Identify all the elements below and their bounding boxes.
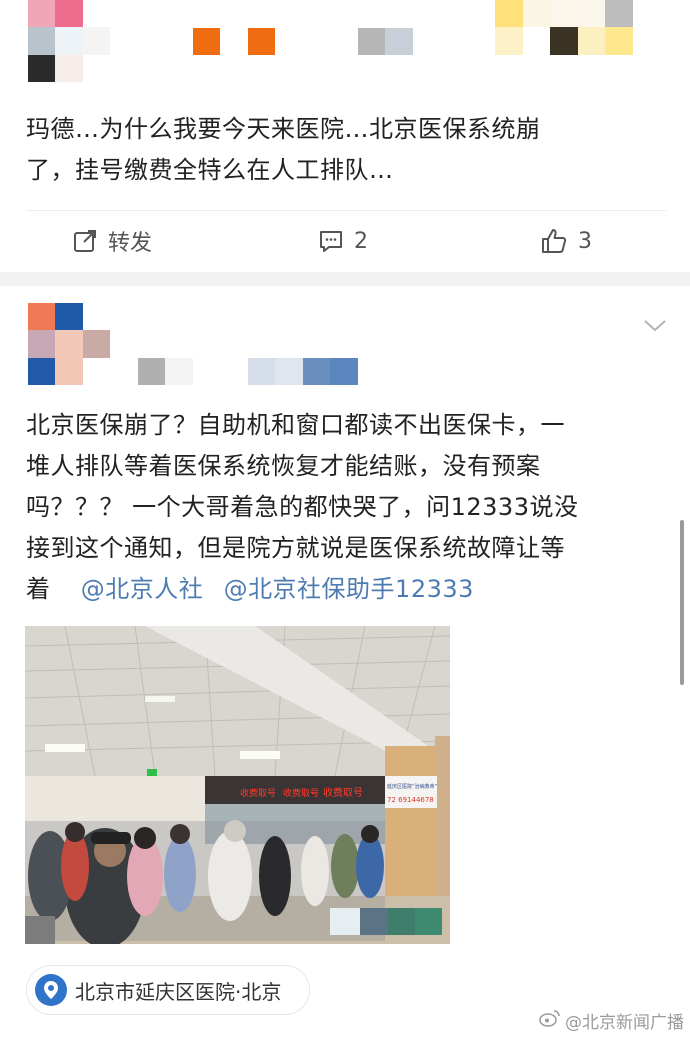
comment-button[interactable]: 2 [318, 211, 368, 271]
comment-icon [318, 228, 344, 254]
post-1-text-line-2: 了，挂号缴费全特么在人工排队… [26, 156, 394, 184]
watermark: @北京新闻广播 [539, 1008, 684, 1033]
post-1-text-line-1: 玛德…为什么我要今天来医院…北京医保系统崩 [26, 115, 541, 143]
photo-side-sign-phone: 72 69144678 [387, 796, 434, 804]
like-button[interactable]: 3 [540, 211, 592, 271]
location-tag[interactable]: 北京市延庆区医院 ·北京 [26, 965, 310, 1015]
post-2-text-line-5: 着 @北京人社 @北京社保助手12333 [26, 569, 474, 610]
like-icon [540, 227, 568, 255]
photo-sign-right: 收费取号 [323, 786, 363, 799]
post-2-text-line-2: 堆人排队等着医保系统恢复才能结账，没有预案 [26, 452, 541, 480]
post-2-text-line-3: 吗？？？ 一个大哥着急的都快哭了，问12333说没 [26, 493, 579, 521]
weibo-icon [539, 1009, 561, 1032]
repost-label: 转发 [108, 231, 153, 256]
post-1: 玛德…为什么我要今天来医院…北京医保系统崩 了，挂号缴费全特么在人工排队… 转发… [0, 0, 690, 274]
photo-sign-left: 收费取号 [240, 787, 276, 799]
mention-link[interactable]: @北京社保助手12333 [224, 575, 474, 603]
post-2-text-line-4: 接到这个通知，但是院方就说是医保系统故障让等 [26, 534, 565, 562]
post-2-text-line-1: 北京医保崩了？自助机和窗口都读不出医保卡，一 [26, 411, 565, 439]
post-2-text-tail: 着 [26, 575, 51, 603]
photo-side-sign-title: 延庆区医院“治病救命” [387, 783, 438, 790]
photo-sign-mid: 收费取号 [283, 787, 319, 799]
comment-count: 2 [354, 228, 368, 254]
repost-button[interactable]: 转发 [72, 211, 152, 271]
watermark-text: @北京新闻广播 [565, 1013, 684, 1033]
post-1-action-bar: 转发 2 3 [0, 211, 690, 271]
repost-icon [72, 228, 98, 254]
location-pin-icon [35, 974, 67, 1006]
mention-link[interactable]: @北京人社 [81, 575, 204, 603]
like-count: 3 [578, 228, 592, 254]
scrollbar[interactable] [680, 520, 684, 685]
post-separator [0, 272, 690, 286]
location-place: 北京市延庆区医院 [75, 979, 235, 1004]
chevron-down-icon[interactable] [643, 318, 667, 337]
location-city: ·北京 [235, 979, 282, 1004]
post-photo[interactable]: 收费取号 收费取号 收费取号 延庆区医院“治病救命” 72 69144678 [25, 626, 450, 944]
